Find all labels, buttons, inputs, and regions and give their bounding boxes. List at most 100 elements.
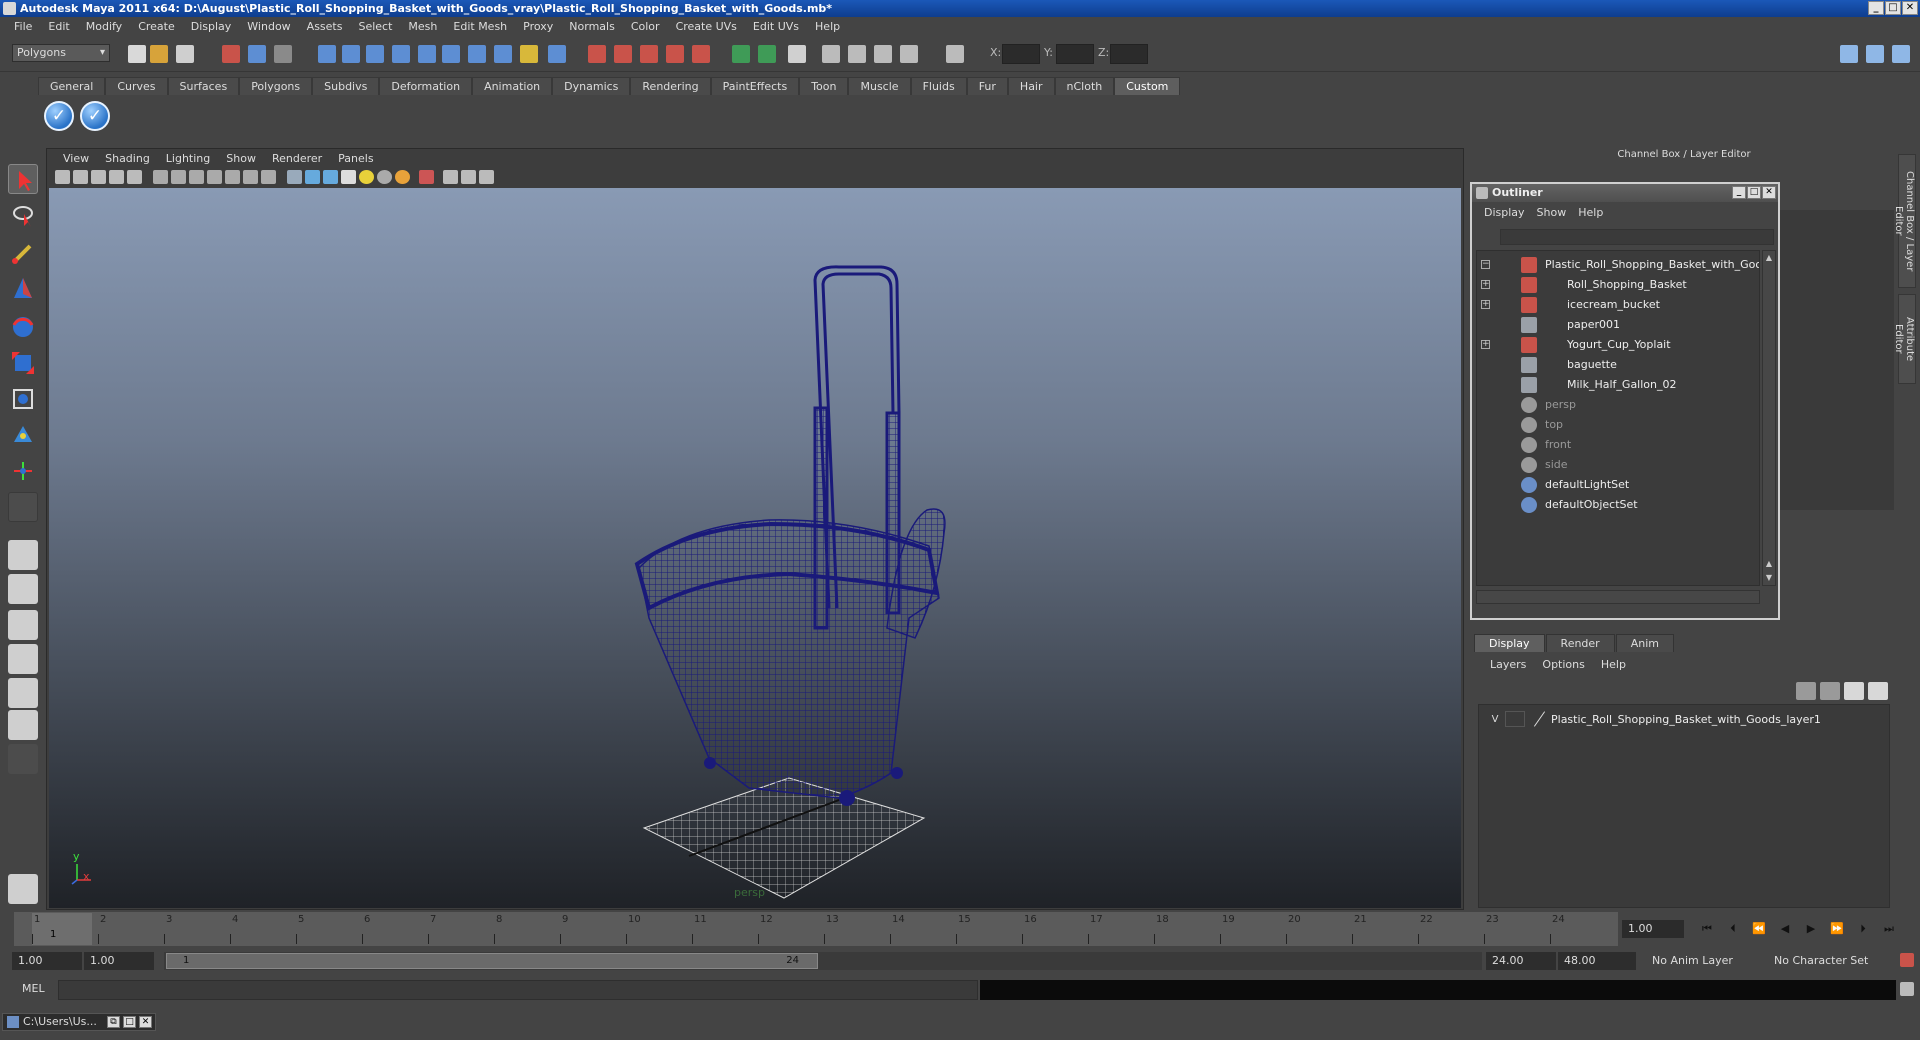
menu-assets[interactable]: Assets <box>299 20 351 33</box>
menu-edit-uvs[interactable]: Edit UVs <box>745 20 807 33</box>
lock-icon[interactable] <box>8 874 38 904</box>
perspective-viewport[interactable]: persp y x <box>49 188 1461 908</box>
outliner-menu-show[interactable]: Show <box>1531 204 1573 221</box>
outliner-vertical-scrollbar[interactable]: ▲ ▲ ▼ <box>1762 250 1776 586</box>
layer-color-swatch[interactable] <box>1531 711 1547 727</box>
step-back-key-icon[interactable]: ⏪ <box>1750 922 1768 938</box>
minimized-window[interactable]: C:\Users\Us... ⧉ □ ✕ <box>2 1013 156 1031</box>
use-all-lights-icon[interactable] <box>359 170 374 184</box>
play-forwards-icon[interactable]: ▶ <box>1802 922 1820 938</box>
menu-set-select[interactable]: Polygons <box>12 44 110 62</box>
shelf-tab-curves[interactable]: Curves <box>105 77 168 95</box>
viewport-menu-shading[interactable]: Shading <box>97 152 158 165</box>
scale-tool-icon[interactable] <box>8 348 38 378</box>
outliner-item[interactable]: top <box>1477 415 1757 435</box>
isolate-select-icon[interactable] <box>419 170 434 184</box>
menu-create[interactable]: Create <box>130 20 183 33</box>
menu-file[interactable]: File <box>6 20 40 33</box>
menu-proxy[interactable]: Proxy <box>515 20 561 33</box>
gate-mask-icon[interactable] <box>207 170 222 184</box>
layer-row[interactable]: V Plastic_Roll_Shopping_Basket_with_Good… <box>1485 709 1821 729</box>
go-to-end-icon[interactable]: ⏭ <box>1880 922 1898 938</box>
outliner-item[interactable]: − Plastic_Roll_Shopping_Basket_with_Goods <box>1477 255 1759 275</box>
wireframe-icon[interactable] <box>287 170 302 184</box>
outliner-item[interactable]: Milk_Half_Gallon_02 <box>1477 375 1757 395</box>
two-d-pan-zoom-icon[interactable] <box>127 170 142 184</box>
render-settings-icon[interactable] <box>900 45 918 63</box>
viewport-menu-renderer[interactable]: Renderer <box>264 152 330 165</box>
menu-select[interactable]: Select <box>350 20 400 33</box>
shelf-tab-ncloth[interactable]: nCloth <box>1054 77 1115 95</box>
viewport-menu-lighting[interactable]: Lighting <box>158 152 218 165</box>
anim-layer-dropdown[interactable]: No Anim Layer <box>1648 952 1758 970</box>
close-icon[interactable]: ✕ <box>139 1016 152 1028</box>
maximize-icon[interactable]: □ <box>123 1016 136 1028</box>
maximize-button[interactable]: □ <box>1885 1 1901 15</box>
safe-title-icon[interactable] <box>261 170 276 184</box>
paint-select-tool-icon[interactable] <box>8 238 38 268</box>
snap-view-plane-icon[interactable] <box>666 45 684 63</box>
scroll-up-arrow-icon[interactable]: ▲ <box>1764 253 1774 263</box>
outliner-item[interactable]: + icecream_bucket <box>1477 295 1757 315</box>
rotate-tool-icon[interactable] <box>8 312 38 342</box>
shelf-tab-painteffects[interactable]: PaintEffects <box>710 77 800 95</box>
shelf-tab-subdivs[interactable]: Subdivs <box>312 77 380 95</box>
outliner-item[interactable]: paper001 <box>1477 315 1757 335</box>
select-joints-icon[interactable] <box>342 45 360 63</box>
select-tool-icon[interactable] <box>8 164 38 194</box>
move-tool-icon[interactable] <box>8 274 38 304</box>
select-handles-icon[interactable] <box>318 45 336 63</box>
end-time-field[interactable]: 48.00 <box>1558 952 1636 970</box>
menu-edit-mesh[interactable]: Edit Mesh <box>445 20 515 33</box>
menu-display[interactable]: Display <box>183 20 240 33</box>
layer-name[interactable]: Plastic_Roll_Shopping_Basket_with_Goods_… <box>1551 713 1821 726</box>
shelf-tab-fur[interactable]: Fur <box>966 77 1008 95</box>
animation-preferences-icon[interactable] <box>1900 953 1914 967</box>
viewport-menu-view[interactable]: View <box>55 152 97 165</box>
side-tab-attribute-editor[interactable]: Attribute Editor <box>1893 294 1916 384</box>
shelf-tab-surfaces[interactable]: Surfaces <box>167 77 240 95</box>
layout-options-icon[interactable] <box>8 744 38 774</box>
outliner-filter-field[interactable] <box>1500 229 1774 245</box>
outliner-horizontal-scrollbar[interactable] <box>1476 590 1760 604</box>
select-object-icon[interactable] <box>248 45 266 63</box>
select-hierarchy-icon[interactable] <box>222 45 240 63</box>
scroll-down-arrow-icon[interactable]: ▼ <box>1764 573 1774 583</box>
camera-attributes-icon[interactable] <box>73 170 88 184</box>
viewport-menu-show[interactable]: Show <box>218 152 264 165</box>
persp-graph-hypergraph-layout-icon[interactable] <box>8 710 38 740</box>
new-layer-icon[interactable] <box>1844 682 1864 700</box>
toggle-tool-settings-icon[interactable] <box>1866 45 1884 63</box>
step-forward-key-icon[interactable]: ⏩ <box>1828 922 1846 938</box>
four-view-layout-icon[interactable] <box>8 574 38 604</box>
current-frame-marker[interactable]: 1 <box>32 913 92 945</box>
render-view-icon[interactable] <box>822 45 840 63</box>
shelf-tab-animation[interactable]: Animation <box>472 77 553 95</box>
select-component-icon[interactable] <box>274 45 292 63</box>
z-field[interactable] <box>1110 44 1148 64</box>
select-deformations-icon[interactable] <box>418 45 436 63</box>
component-xray-icon[interactable] <box>479 170 494 184</box>
snap-point-icon[interactable] <box>640 45 658 63</box>
soft-modification-icon[interactable] <box>8 420 38 450</box>
film-gate-icon[interactable] <box>171 170 186 184</box>
layer-type-toggle[interactable] <box>1505 711 1525 727</box>
time-slider[interactable]: 1 1 2 3 4 5 6 7 8 9 10 11 12 13 14 15 16 17 18 19 20 21 22 23 2… <box>14 912 1618 946</box>
command-input[interactable] <box>58 980 978 1000</box>
lock-selection-icon[interactable] <box>520 45 538 63</box>
move-layer-up-icon[interactable] <box>1796 682 1816 700</box>
script-editor-icon[interactable] <box>1900 982 1914 996</box>
layer-tab-anim[interactable]: Anim <box>1615 634 1674 652</box>
expand-toggle-icon[interactable]: + <box>1481 340 1490 349</box>
universal-manipulator-icon[interactable] <box>8 384 38 414</box>
outliner-item[interactable]: front <box>1477 435 1757 455</box>
playback-start-field[interactable]: 1.00 <box>84 952 154 970</box>
outliner-minimize-button[interactable]: _ <box>1732 186 1746 199</box>
outliner-item[interactable]: side <box>1477 455 1757 475</box>
outliner-item[interactable]: + Yogurt_Cup_Yoplait <box>1477 335 1757 355</box>
check-icon[interactable]: ✓ <box>80 101 110 131</box>
x-field[interactable] <box>1002 44 1040 64</box>
output-ops-icon[interactable] <box>758 45 776 63</box>
outliner-menu-display[interactable]: Display <box>1478 204 1531 221</box>
hypershade-layout-icon[interactable] <box>8 678 38 708</box>
